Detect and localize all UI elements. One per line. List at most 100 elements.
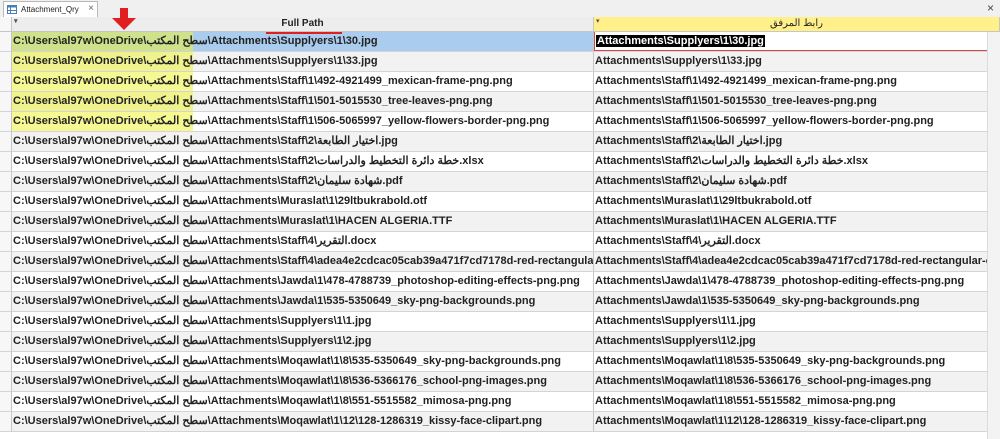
record-selector[interactable] bbox=[0, 352, 12, 372]
cell-full-path[interactable]: C:\Users\al97w\OneDrive\سطح المكتب\Attac… bbox=[12, 152, 594, 171]
cell-full-path[interactable]: C:\Users\al97w\OneDrive\سطح المكتب\Attac… bbox=[12, 252, 594, 271]
cell-attachment-link-text: Attachments\Supplyers\1\2.jpg bbox=[595, 335, 756, 347]
record-selector[interactable] bbox=[0, 292, 12, 312]
cell-attachment-link[interactable]: Attachments\Moqawlat\1\8\536-5366176_sch… bbox=[594, 372, 1000, 391]
cell-full-path[interactable]: C:\Users\al97w\OneDrive\سطح المكتب\Attac… bbox=[12, 272, 594, 291]
table-row[interactable]: C:\Users\al97w\OneDrive\سطح المكتب\Attac… bbox=[12, 32, 1000, 52]
tab-close-icon[interactable]: × bbox=[88, 3, 94, 15]
record-selector[interactable] bbox=[0, 52, 12, 72]
cell-full-path-text: C:\Users\al97w\OneDrive\سطح المكتب\Attac… bbox=[13, 235, 377, 247]
vertical-scrollbar[interactable] bbox=[987, 32, 1000, 439]
record-selector[interactable] bbox=[0, 372, 12, 392]
cell-full-path[interactable]: C:\Users\al97w\OneDrive\سطح المكتب\Attac… bbox=[12, 232, 594, 251]
cell-attachment-link[interactable]: Attachments\Staff\2\خطة دائرة التخطيط وا… bbox=[594, 152, 1000, 171]
cell-full-path[interactable]: C:\Users\al97w\OneDrive\سطح المكتب\Attac… bbox=[12, 352, 594, 371]
cell-full-path[interactable]: C:\Users\al97w\OneDrive\سطح المكتب\Attac… bbox=[12, 192, 594, 211]
cell-attachment-link[interactable]: Attachments\Jawda\1\478-4788739_photosho… bbox=[594, 272, 1000, 291]
close-document-icon[interactable]: × bbox=[987, 1, 994, 15]
cell-full-path-text: C:\Users\al97w\OneDrive\سطح المكتب\Attac… bbox=[13, 295, 536, 307]
table-row[interactable]: C:\Users\al97w\OneDrive\سطح المكتب\Attac… bbox=[12, 92, 1000, 112]
record-selector[interactable] bbox=[0, 112, 12, 132]
record-selector[interactable] bbox=[0, 412, 12, 432]
cell-full-path[interactable]: C:\Users\al97w\OneDrive\سطح المكتب\Attac… bbox=[12, 292, 594, 311]
table-row[interactable]: C:\Users\al97w\OneDrive\سطح المكتب\Attac… bbox=[12, 232, 1000, 252]
cell-full-path[interactable]: C:\Users\al97w\OneDrive\سطح المكتب\Attac… bbox=[12, 392, 594, 411]
cell-full-path[interactable]: C:\Users\al97w\OneDrive\سطح المكتب\Attac… bbox=[12, 372, 594, 391]
cell-full-path[interactable]: C:\Users\al97w\OneDrive\سطح المكتب\Attac… bbox=[12, 92, 594, 111]
cell-full-path[interactable]: C:\Users\al97w\OneDrive\سطح المكتب\Attac… bbox=[12, 172, 594, 191]
cell-attachment-link[interactable]: Attachments\Supplyers\1\33.jpg bbox=[594, 52, 1000, 71]
cell-full-path[interactable]: C:\Users\al97w\OneDrive\سطح المكتب\Attac… bbox=[12, 332, 594, 351]
table-row[interactable]: C:\Users\al97w\OneDrive\سطح المكتب\Attac… bbox=[12, 152, 1000, 172]
record-selector[interactable] bbox=[0, 152, 12, 172]
cell-attachment-link[interactable]: Attachments\Staff\1\492-4921499_mexican-… bbox=[594, 72, 1000, 91]
table-row[interactable]: C:\Users\al97w\OneDrive\سطح المكتب\Attac… bbox=[12, 352, 1000, 372]
record-selector[interactable] bbox=[0, 132, 12, 152]
table-row[interactable]: C:\Users\al97w\OneDrive\سطح المكتب\Attac… bbox=[12, 132, 1000, 152]
record-selector[interactable] bbox=[0, 72, 12, 92]
table-row[interactable]: C:\Users\al97w\OneDrive\سطح المكتب\Attac… bbox=[12, 212, 1000, 232]
cell-attachment-link[interactable]: Attachments\Staff\2\اختيار الطابعة.jpg bbox=[594, 132, 1000, 151]
cell-attachment-link[interactable]: Attachments\Staff\1\506-5065997_yellow-f… bbox=[594, 112, 1000, 131]
record-selector[interactable] bbox=[0, 92, 12, 112]
cell-attachment-link[interactable]: Attachments\Staff\4\التقرير.docx bbox=[594, 232, 1000, 251]
cell-attachment-link[interactable]: Attachments\Jawda\1\535-5350649_sky-png-… bbox=[594, 292, 1000, 311]
cell-full-path[interactable]: C:\Users\al97w\OneDrive\سطح المكتب\Attac… bbox=[12, 312, 594, 331]
cell-attachment-link[interactable]: Attachments\Moqawlat\1\12\128-1286319_ki… bbox=[594, 412, 1000, 431]
cell-full-path[interactable]: C:\Users\al97w\OneDrive\سطح المكتب\Attac… bbox=[12, 132, 594, 151]
cell-attachment-link[interactable]: Attachments\Moqawlat\1\8\535-5350649_sky… bbox=[594, 352, 1000, 371]
cell-attachment-link-text: Attachments\Supplyers\1\1.jpg bbox=[595, 315, 756, 327]
cell-attachment-link[interactable]: Attachments\Staff\1\501-5015530_tree-lea… bbox=[594, 92, 1000, 111]
cell-attachment-link[interactable]: Attachments\Moqawlat\1\8\551-5515582_mim… bbox=[594, 392, 1000, 411]
record-selector[interactable] bbox=[0, 252, 12, 272]
table-row[interactable]: C:\Users\al97w\OneDrive\سطح المكتب\Attac… bbox=[12, 72, 1000, 92]
table-row[interactable]: C:\Users\al97w\OneDrive\سطح المكتب\Attac… bbox=[12, 392, 1000, 412]
record-selector[interactable] bbox=[0, 272, 12, 292]
select-all-corner[interactable] bbox=[0, 17, 12, 32]
cell-attachment-link-text: Attachments\Jawda\1\478-4788739_photosho… bbox=[595, 275, 965, 287]
sort-arrow-icon[interactable]: ▾ bbox=[14, 17, 18, 29]
cell-full-path-text: C:\Users\al97w\OneDrive\سطح المكتب\Attac… bbox=[13, 75, 513, 87]
cell-full-path[interactable]: C:\Users\al97w\OneDrive\سطح المكتب\Attac… bbox=[12, 32, 594, 51]
cell-attachment-link[interactable]: Attachments\Staff\2\شهادة سليمان.pdf bbox=[594, 172, 1000, 191]
tab-attachment-qry[interactable]: Attachment_Qry × bbox=[3, 1, 98, 17]
cell-attachment-link[interactable]: Attachments\Supplyers\1\30.jpg bbox=[594, 32, 1000, 51]
cell-attachment-link[interactable]: Attachments\Staff\4\adea4e2cdcac05cab39a… bbox=[594, 252, 1000, 271]
table-row[interactable]: C:\Users\al97w\OneDrive\سطح المكتب\Attac… bbox=[12, 252, 1000, 272]
table-row[interactable]: C:\Users\al97w\OneDrive\سطح المكتب\Attac… bbox=[12, 372, 1000, 392]
table-row[interactable]: C:\Users\al97w\OneDrive\سطح المكتب\Attac… bbox=[12, 52, 1000, 72]
column-header-attachment-link[interactable]: ▾ رابط المرفق bbox=[594, 17, 1000, 32]
cell-attachment-link[interactable]: Attachments\Muraslat\1\HACEN ALGERIA.TTF bbox=[594, 212, 1000, 231]
table-row[interactable]: C:\Users\al97w\OneDrive\سطح المكتب\Attac… bbox=[12, 412, 1000, 432]
table-row[interactable]: C:\Users\al97w\OneDrive\سطح المكتب\Attac… bbox=[12, 292, 1000, 312]
table-row[interactable]: C:\Users\al97w\OneDrive\سطح المكتب\Attac… bbox=[12, 192, 1000, 212]
cell-attachment-link[interactable]: Attachments\Supplyers\1\2.jpg bbox=[594, 332, 1000, 351]
record-selector[interactable] bbox=[0, 332, 12, 352]
cell-full-path-text: C:\Users\al97w\OneDrive\سطح المكتب\Attac… bbox=[13, 335, 372, 347]
cell-full-path[interactable]: C:\Users\al97w\OneDrive\سطح المكتب\Attac… bbox=[12, 412, 594, 431]
column-header-full-path[interactable]: ▾ Full Path bbox=[12, 17, 594, 32]
table-row[interactable]: C:\Users\al97w\OneDrive\سطح المكتب\Attac… bbox=[12, 312, 1000, 332]
cell-attachment-link-text: Attachments\Moqawlat\1\8\535-5350649_sky… bbox=[595, 355, 946, 367]
cell-full-path[interactable]: C:\Users\al97w\OneDrive\سطح المكتب\Attac… bbox=[12, 212, 594, 231]
table-row[interactable]: C:\Users\al97w\OneDrive\سطح المكتب\Attac… bbox=[12, 272, 1000, 292]
table-row[interactable]: C:\Users\al97w\OneDrive\سطح المكتب\Attac… bbox=[12, 172, 1000, 192]
datasheet-rows: C:\Users\al97w\OneDrive\سطح المكتب\Attac… bbox=[12, 32, 1000, 432]
table-row[interactable]: C:\Users\al97w\OneDrive\سطح المكتب\Attac… bbox=[12, 332, 1000, 352]
record-selector[interactable] bbox=[0, 312, 12, 332]
table-row[interactable]: C:\Users\al97w\OneDrive\سطح المكتب\Attac… bbox=[12, 112, 1000, 132]
record-selector[interactable] bbox=[0, 212, 12, 232]
cell-full-path[interactable]: C:\Users\al97w\OneDrive\سطح المكتب\Attac… bbox=[12, 72, 594, 91]
cell-attachment-link[interactable]: Attachments\Muraslat\1\29ltbukrabold.otf bbox=[594, 192, 1000, 211]
cell-full-path-text: C:\Users\al97w\OneDrive\سطح المكتب\Attac… bbox=[13, 35, 378, 47]
cell-attachment-link-text: Attachments\Staff\2\شهادة سليمان.pdf bbox=[595, 175, 787, 187]
sort-arrow-icon[interactable]: ▾ bbox=[596, 17, 600, 29]
cell-attachment-link[interactable]: Attachments\Supplyers\1\1.jpg bbox=[594, 312, 1000, 331]
record-selector[interactable] bbox=[0, 392, 12, 412]
cell-full-path[interactable]: C:\Users\al97w\OneDrive\سطح المكتب\Attac… bbox=[12, 112, 594, 131]
cell-full-path[interactable]: C:\Users\al97w\OneDrive\سطح المكتب\Attac… bbox=[12, 52, 594, 71]
record-selector[interactable] bbox=[0, 32, 12, 52]
record-selector[interactable] bbox=[0, 192, 12, 212]
record-selector[interactable] bbox=[0, 172, 12, 192]
record-selector[interactable] bbox=[0, 232, 12, 252]
